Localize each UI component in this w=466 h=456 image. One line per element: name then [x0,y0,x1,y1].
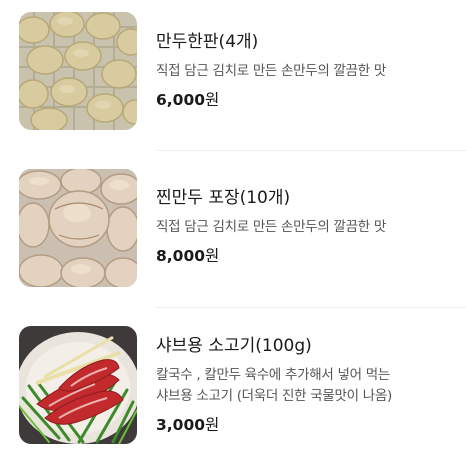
menu-item[interactable]: 찐만두 포장(10개) 직접 담근 김치로 만든 손만두의 깔끔한 맛 8,00… [0,151,466,307]
price-value: 6,000 [156,91,206,109]
item-name: 찐만두 포장(10개) [156,188,291,208]
price-currency: 원 [205,247,220,265]
item-name: 만두한판(4개) [156,32,259,52]
price-currency: 원 [205,416,220,434]
item-description-line: 칼국수 , 칼만두 육수에 추가해서 넣어 먹는 [156,367,390,383]
item-description: 칼국수 , 칼만두 육수에 추가해서 넣어 먹는 샤브용 소고기 (더욱더 진한… [156,365,454,407]
price-currency: 원 [205,91,220,109]
sliced-beef-image [19,326,137,444]
menu-list: 만두한판(4개) 직접 담근 김치로 만든 손만두의 깔끔한 맛 6,000원 [0,0,466,456]
price-value: 3,000 [156,416,206,434]
item-price: 8,000원 [156,245,454,267]
packed-dumplings-image [19,169,137,287]
item-description: 직접 담근 김치로 만든 손만두의 깔끔한 맛 [156,63,386,79]
price-value: 8,000 [156,247,206,265]
item-description: 직접 담근 김치로 만든 손만두의 깔끔한 맛 [156,219,386,235]
menu-item[interactable]: 샤브용 소고기(100g) 칼국수 , 칼만두 육수에 추가해서 넣어 먹는 샤… [0,308,466,456]
dumplings-tray-image [19,12,137,130]
item-price: 6,000원 [156,89,454,111]
item-price: 3,000원 [156,414,454,436]
item-name: 샤브용 소고기(100g) [156,336,312,356]
item-description-line: 샤브용 소고기 (더욱더 진한 국물맛이 나옴) [156,388,392,404]
menu-item[interactable]: 만두한판(4개) 직접 담근 김치로 만든 손만두의 깔끔한 맛 6,000원 [0,0,466,150]
